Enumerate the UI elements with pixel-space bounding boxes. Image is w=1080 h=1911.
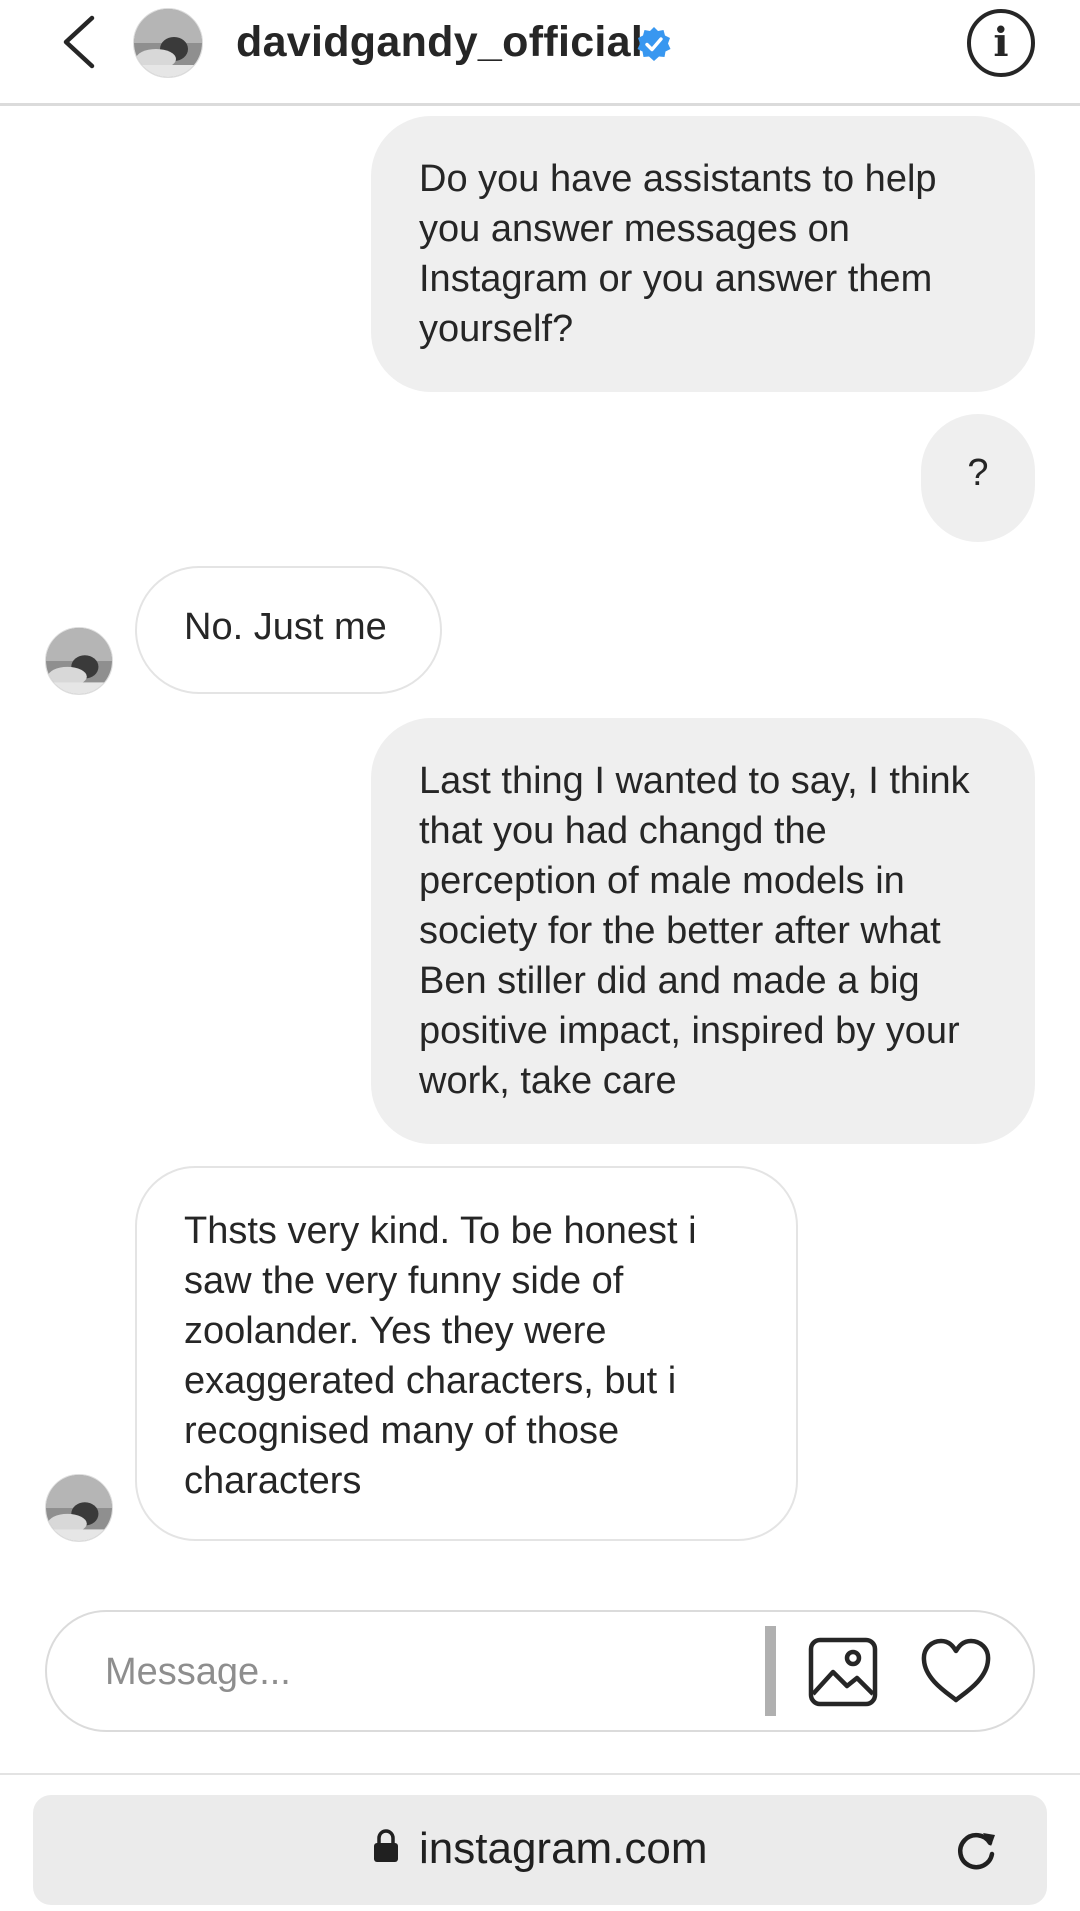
message-composer: [45, 1610, 1035, 1732]
message-text: Thsts very kind. To be honest i saw the …: [184, 1210, 697, 1502]
url-text: instagram.com: [419, 1824, 708, 1873]
message-text: ?: [967, 452, 989, 494]
back-button[interactable]: [56, 12, 106, 72]
profile-avatar[interactable]: [133, 8, 203, 78]
chevron-left-icon: [63, 15, 95, 69]
message-bubble-sent[interactable]: Do you have assistants to help you answe…: [371, 116, 1035, 392]
message-bubble-received[interactable]: No. Just me: [135, 566, 442, 694]
verified-badge-icon: [636, 26, 672, 62]
dm-screen: davidgandy_official i Do you have assist…: [0, 0, 1080, 1911]
avatar-photo: [134, 9, 202, 77]
sender-avatar[interactable]: [45, 1474, 113, 1542]
sender-avatar[interactable]: [45, 627, 113, 695]
message-text: Last thing I wanted to say, I think that…: [419, 760, 970, 1102]
chat-username[interactable]: davidgandy_official: [236, 14, 643, 70]
text-cursor-bar: [765, 1626, 776, 1716]
image-icon: [808, 1637, 878, 1707]
chat-header: davidgandy_official i: [0, 0, 1080, 106]
browser-url-bar[interactable]: instagram.com: [33, 1795, 1047, 1905]
message-bubble-sent[interactable]: ?: [921, 414, 1035, 542]
divider: [0, 1773, 1080, 1775]
avatar-photo: [46, 628, 112, 694]
message-bubble-sent[interactable]: Last thing I wanted to say, I think that…: [371, 718, 1035, 1144]
message-text: Do you have assistants to help you answe…: [419, 158, 937, 350]
reload-icon: [958, 1832, 995, 1870]
reload-button[interactable]: [953, 1827, 999, 1873]
info-button[interactable]: i: [967, 9, 1035, 77]
heart-icon: [921, 1638, 991, 1703]
message-bubble-received[interactable]: Thsts very kind. To be honest i saw the …: [135, 1166, 798, 1541]
avatar-photo: [46, 1475, 112, 1541]
message-input[interactable]: [105, 1642, 745, 1702]
image-upload-button[interactable]: [807, 1636, 879, 1708]
like-button[interactable]: [919, 1636, 993, 1708]
lock-icon: [374, 1829, 398, 1862]
message-text: No. Just me: [184, 606, 387, 648]
info-icon: i: [993, 19, 1009, 66]
